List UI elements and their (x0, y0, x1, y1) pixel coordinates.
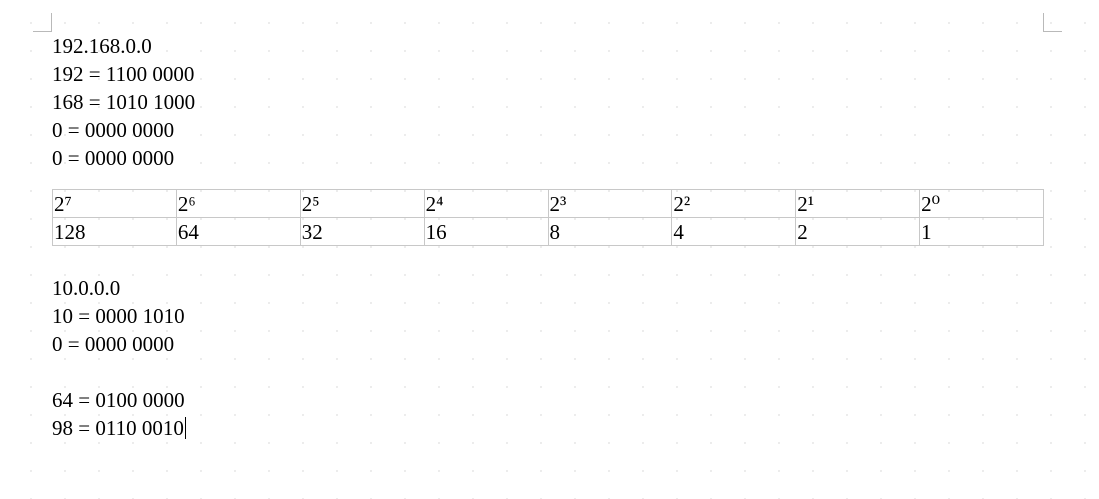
section-192-168: 192.168.0.0 192 = 1100 0000 168 = 1010 1… (52, 32, 1044, 172)
section-10-0: 10.0.0.0 10 = 0000 1010 0 = 0000 0000 (52, 274, 1044, 358)
table-cell[interactable]: 2 (795, 217, 921, 246)
text-line[interactable]: 0 = 0000 0000 (52, 144, 1044, 172)
text-cursor (184, 417, 186, 439)
table-cell[interactable]: 2⁶ (175, 189, 301, 218)
table-row-powers: 2⁷ 2⁶ 2⁵ 2⁴ 2³ 2² 2¹ 2⁰ (52, 189, 1044, 218)
empty-paragraph (52, 172, 1044, 186)
document-body[interactable]: 192.168.0.0 192 = 1100 0000 168 = 1010 1… (52, 32, 1044, 442)
table-cell[interactable]: 2⁴ (423, 189, 549, 218)
text-line[interactable]: 64 = 0100 0000 (52, 386, 1044, 414)
table-cell[interactable]: 128 (52, 217, 177, 246)
empty-paragraph (52, 246, 1044, 274)
text-line[interactable]: 168 = 1010 1000 (52, 88, 1044, 116)
text-line-content: 98 = 0110 0010 (52, 416, 184, 440)
text-line[interactable]: 192 = 1100 0000 (52, 60, 1044, 88)
table-cell[interactable]: 2⁵ (299, 189, 425, 218)
table-cell[interactable]: 2⁰ (919, 189, 1044, 218)
text-line[interactable]: 10 = 0000 1010 (52, 302, 1044, 330)
table-cell[interactable]: 4 (671, 217, 797, 246)
powers-of-two-table: 2⁷ 2⁶ 2⁵ 2⁴ 2³ 2² 2¹ 2⁰ 128 64 32 16 8 4… (52, 189, 1044, 246)
table-cell[interactable]: 2¹ (795, 189, 921, 218)
table-cell[interactable]: 1 (919, 217, 1044, 246)
text-line[interactable]: 0 = 0000 0000 (52, 330, 1044, 358)
table-cell[interactable]: 2⁷ (52, 189, 177, 218)
empty-paragraph (52, 358, 1044, 386)
text-line[interactable]: 10.0.0.0 (52, 274, 1044, 302)
table-cell[interactable]: 16 (423, 217, 549, 246)
page-corner-mark-top-left (33, 13, 52, 32)
table-cell[interactable]: 2² (671, 189, 797, 218)
text-line-with-cursor[interactable]: 98 = 0110 0010 (52, 414, 1044, 442)
text-line[interactable]: 192.168.0.0 (52, 32, 1044, 60)
page-corner-mark-top-right (1043, 13, 1062, 32)
table-cell[interactable]: 32 (299, 217, 425, 246)
text-line[interactable]: 0 = 0000 0000 (52, 116, 1044, 144)
table-cell[interactable]: 8 (547, 217, 673, 246)
table-row-values: 128 64 32 16 8 4 2 1 (52, 217, 1044, 246)
table-cell[interactable]: 64 (175, 217, 301, 246)
table-cell[interactable]: 2³ (547, 189, 673, 218)
section-64-98: 64 = 0100 0000 98 = 0110 0010 (52, 386, 1044, 442)
